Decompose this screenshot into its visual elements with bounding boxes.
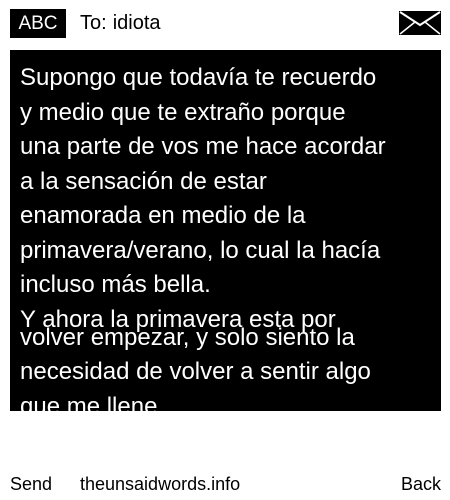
message-line: Y ahora la primavera esta por	[20, 305, 336, 333]
soft-key-bar: Send theunsaidwords.info Back	[0, 470, 450, 498]
recipient-name: idiota	[112, 12, 161, 34]
message-line: a la sensación de estar	[20, 167, 267, 195]
envelope-icon	[399, 11, 441, 35]
recipient-label: To:	[80, 12, 107, 34]
input-mode-indicator[interactable]: ABC	[10, 9, 66, 38]
message-line: primavera/verano, lo cual la hacía	[20, 236, 381, 264]
message-body[interactable]: Supongo que todavía te recuerdo y medio …	[10, 50, 441, 411]
message-line: necesidad de volver a sentir algo	[20, 358, 371, 385]
send-button[interactable]: Send	[10, 470, 52, 498]
message-line: Supongo que todavía te recuerdo	[20, 64, 377, 91]
recipient-field[interactable]: To: idiota	[80, 10, 161, 36]
message-line: que me llene .	[20, 392, 171, 412]
message-line: incluso más bella.	[20, 271, 211, 298]
top-bar: ABC To: idiota	[0, 0, 450, 44]
site-link[interactable]: theunsaidwords.info	[80, 470, 240, 498]
message-line: enamorada en medio de la	[20, 202, 306, 229]
message-line: y medio que te extraño porque	[20, 98, 346, 126]
message-line: volver empezar, y solo siento la	[20, 323, 355, 351]
back-button[interactable]: Back	[401, 470, 441, 498]
envelope-icon-graphic	[399, 11, 441, 35]
message-line: una parte de vos me hace acordar	[20, 133, 386, 160]
